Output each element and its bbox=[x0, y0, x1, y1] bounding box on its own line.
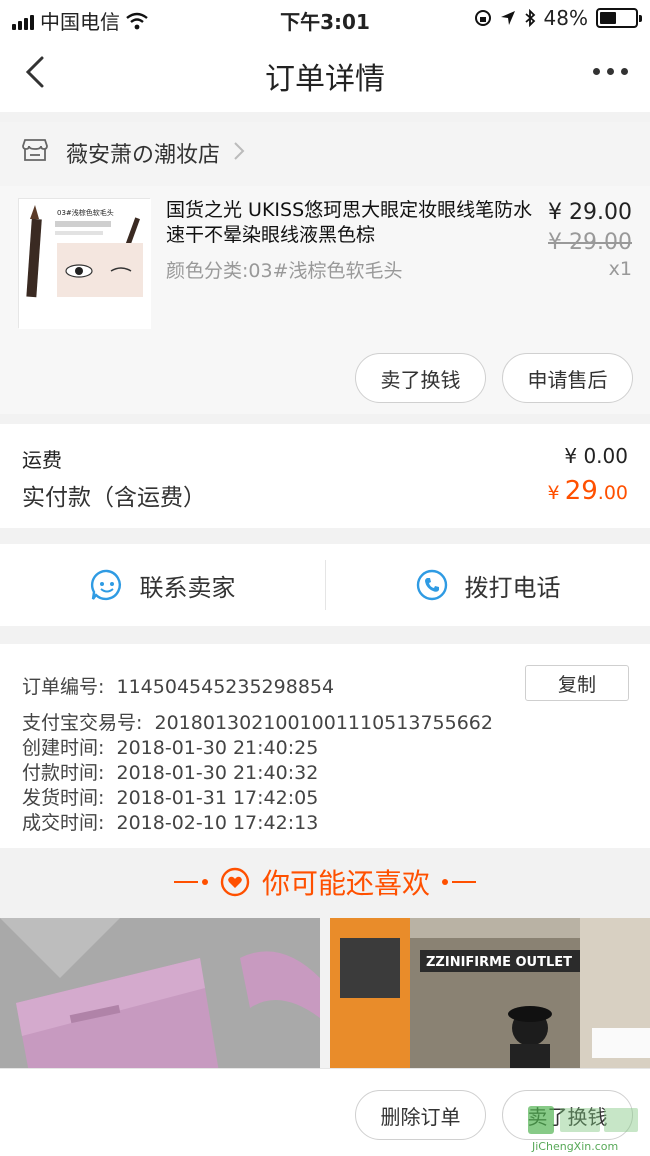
created-row: 创建时间: 2018-01-30 21:40:25 bbox=[22, 737, 319, 759]
location-icon bbox=[500, 11, 515, 25]
shipping-value: ¥ 0.00 bbox=[564, 444, 628, 468]
shop-name: 薇安萧の潮妆店 bbox=[66, 143, 221, 168]
watermark-logo: JiChengXin.com bbox=[528, 1106, 638, 1153]
recommend-item-outlet-photo[interactable]: ZZINIFIRME OUTLET bbox=[330, 918, 650, 1078]
paid-row: 付款时间: 2018-01-30 21:40:32 bbox=[22, 762, 319, 784]
shop-row[interactable]: 薇安萧の潮妆店 bbox=[0, 122, 650, 186]
product-spec: 颜色分类:03#浅棕色软毛头 bbox=[166, 260, 403, 282]
contact-seller-button[interactable]: 联系卖家 bbox=[0, 544, 325, 626]
apply-after-sales-button[interactable]: 申请售后 bbox=[502, 353, 633, 403]
svg-text:03#浅棕色软毛头: 03#浅棕色软毛头 bbox=[57, 208, 114, 217]
product-original-price: ¥ 29.00 bbox=[548, 230, 632, 255]
contact-bar: 联系卖家 拨打电话 bbox=[0, 544, 650, 626]
order-number: 114504545235298854 bbox=[116, 676, 335, 698]
street-photo-image: ZZINIFIRME OUTLET bbox=[330, 918, 650, 1078]
recommend-title: 你可能还喜欢 bbox=[261, 867, 430, 900]
product-title[interactable]: 国货之光 UKISS悠珂思大眼定妆眼线笔防水速干不晕染眼线液黑色棕 bbox=[166, 198, 536, 248]
bluetooth-icon bbox=[524, 9, 535, 27]
page-title: 订单详情 bbox=[265, 62, 385, 97]
status-bar: 中国电信 下午3:01 48% bbox=[0, 0, 650, 36]
store-icon bbox=[22, 139, 48, 161]
shipped-row: 发货时间: 2018-01-31 17:42:05 bbox=[22, 787, 319, 809]
svg-text:ZZINIFIRME OUTLET: ZZINIFIRME OUTLET bbox=[426, 955, 572, 970]
fee-summary: 运费 ¥ 0.00 实付款（含运费） ¥ 29.00 bbox=[0, 424, 650, 528]
copy-button[interactable]: 复制 bbox=[525, 665, 629, 701]
more-icon[interactable] bbox=[593, 68, 628, 75]
handbag-image bbox=[0, 918, 320, 1078]
call-phone-button[interactable]: 拨打电话 bbox=[325, 544, 650, 626]
product-quantity: x1 bbox=[608, 258, 632, 280]
nav-bar: 订单详情 bbox=[0, 36, 650, 112]
order-number-row: 订单编号: 114504545235298854 bbox=[22, 676, 335, 698]
paid-amount: ¥ 29.00 bbox=[547, 476, 629, 506]
eyeliner-product-image: 03#浅棕色软毛头 bbox=[19, 199, 151, 329]
sell-for-cash-button[interactable]: 卖了换钱 bbox=[355, 353, 486, 403]
site-watermark: JiChengXin.com bbox=[524, 1104, 644, 1156]
battery-percent: 48% bbox=[543, 6, 588, 30]
product-card[interactable]: 03#浅棕色软毛头 国货之光 UKISS悠珂思大眼定妆眼线笔防水速干不晕染眼线液… bbox=[0, 186, 650, 414]
heart-icon bbox=[220, 867, 250, 897]
recommend-item-handbag[interactable] bbox=[0, 918, 320, 1078]
product-thumbnail[interactable]: 03#浅棕色软毛头 bbox=[18, 198, 151, 329]
battery-icon bbox=[596, 8, 642, 28]
chat-face-icon bbox=[90, 569, 121, 601]
product-price: ¥ 29.00 bbox=[548, 200, 632, 225]
orientation-lock-icon bbox=[474, 10, 491, 26]
done-row: 成交时间: 2018-02-10 17:42:13 bbox=[22, 812, 319, 834]
order-info: 订单编号: 114504545235298854 复制 支付宝交易号: 2018… bbox=[0, 644, 650, 848]
svg-text:JiChengXin.com: JiChengXin.com bbox=[531, 1140, 618, 1153]
chevron-right-icon bbox=[234, 142, 245, 160]
shipping-label: 运费 bbox=[22, 448, 62, 472]
delete-order-button[interactable]: 删除订单 bbox=[355, 1090, 486, 1140]
phone-icon bbox=[416, 569, 447, 601]
alipay-row: 支付宝交易号: 2018013021001001110513755662 bbox=[22, 712, 493, 734]
paid-label: 实付款（含运费） bbox=[22, 485, 206, 511]
recommend-header: 你可能还喜欢 bbox=[0, 848, 650, 918]
